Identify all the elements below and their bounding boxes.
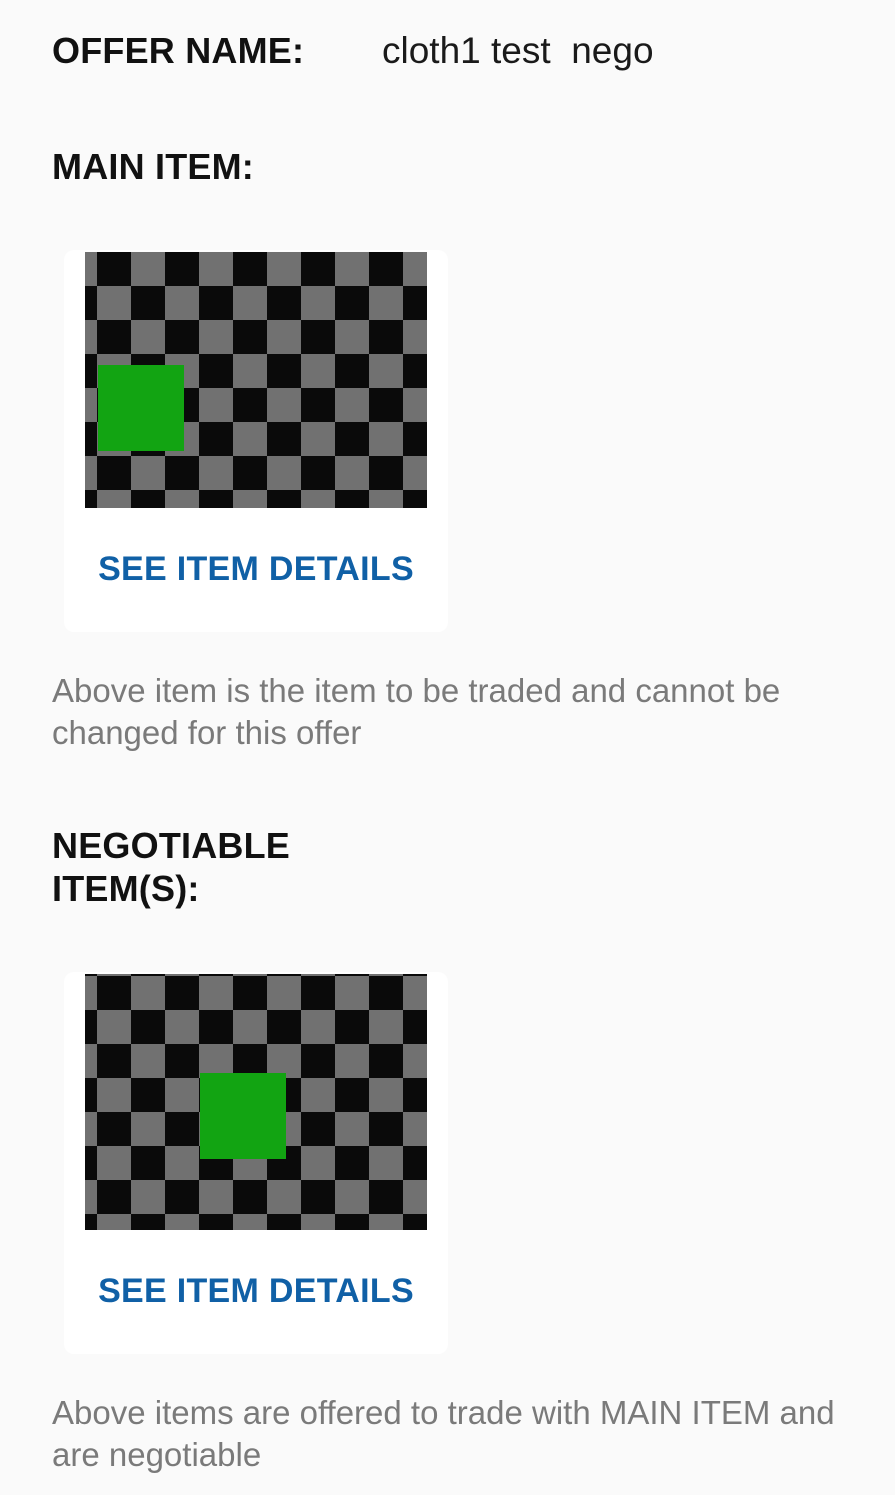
offer-name-label: OFFER NAME:	[52, 30, 305, 71]
item-placeholder-image	[98, 365, 184, 451]
main-item-card: SEE ITEM DETAILS	[64, 250, 448, 632]
item-placeholder-image	[200, 1073, 286, 1159]
negotiable-items-note: Above items are offered to trade with MA…	[52, 1394, 835, 1473]
negotiable-item-thumbnail[interactable]	[85, 974, 427, 1230]
negotiable-item-card: SEE ITEM DETAILS	[64, 972, 448, 1354]
offer-name-value: cloth1 test nego	[382, 30, 654, 71]
offer-name-row: OFFER NAME: cloth1 test nego	[52, 30, 654, 72]
main-item-note: Above item is the item to be traded and …	[52, 672, 781, 751]
negotiable-items-heading: NEGOTIABLE ITEM(S):	[52, 825, 291, 909]
main-item-thumbnail[interactable]	[85, 252, 427, 508]
negotiable-item-see-details-button[interactable]: SEE ITEM DETAILS	[64, 1272, 448, 1311]
main-item-heading: MAIN ITEM:	[52, 146, 254, 187]
main-item-see-details-button[interactable]: SEE ITEM DETAILS	[64, 550, 448, 589]
